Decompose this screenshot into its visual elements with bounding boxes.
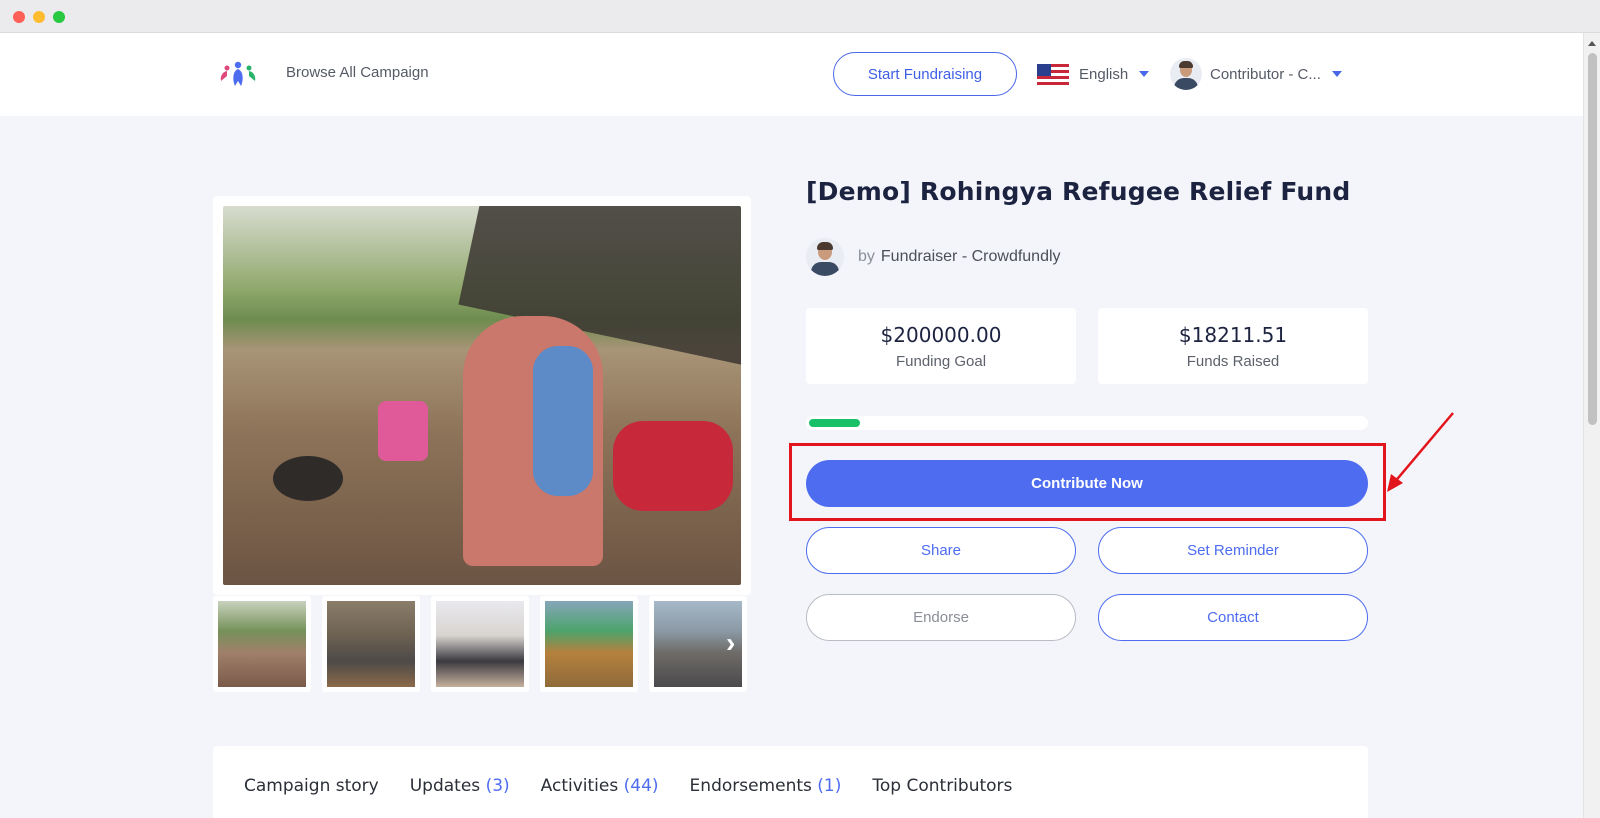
campaign-title: [Demo] Rohingya Refugee Relief Fund	[806, 177, 1351, 206]
tab-count: (44)	[623, 776, 659, 796]
browse-all-campaign-link[interactable]: Browse All Campaign	[286, 64, 429, 81]
funding-goal-value: $200000.00	[880, 323, 1002, 347]
funding-progress-fill	[809, 419, 860, 427]
gallery-thumbnail[interactable]	[213, 596, 311, 692]
scrollbar-thumb[interactable]	[1588, 53, 1597, 425]
tab-activities[interactable]: Activities (44)	[541, 776, 659, 796]
gallery-thumbnail[interactable]	[322, 596, 420, 692]
language-selector[interactable]: English	[1037, 61, 1150, 87]
by-label: by	[858, 248, 875, 265]
maximize-window-button[interactable]	[53, 11, 65, 23]
scroll-up-icon[interactable]	[1588, 41, 1596, 46]
endorse-button[interactable]: Endorse	[806, 594, 1076, 641]
minimize-window-button[interactable]	[33, 11, 45, 23]
user-avatar	[1170, 58, 1202, 90]
tab-endorsements[interactable]: Endorsements (1)	[690, 776, 842, 796]
tab-count: (1)	[817, 776, 842, 796]
user-menu[interactable]: Contributor - C...	[1170, 56, 1342, 92]
tab-label: Campaign story	[244, 776, 379, 796]
set-reminder-button[interactable]: Set Reminder	[1098, 527, 1368, 574]
us-flag-icon	[1037, 63, 1069, 85]
gallery-thumbnail[interactable]	[431, 596, 529, 692]
vertical-scrollbar[interactable]	[1583, 33, 1600, 818]
share-button[interactable]: Share	[806, 527, 1076, 574]
campaign-main-image[interactable]	[213, 196, 751, 595]
user-name-label: Contributor - C...	[1210, 65, 1321, 83]
annotation-arrow-icon	[1387, 412, 1454, 492]
tab-label: Updates	[409, 776, 481, 796]
chevron-down-icon	[1139, 71, 1150, 77]
top-navigation: Browse All Campaign Start Fundraising En…	[0, 33, 1583, 116]
gallery-thumbnail[interactable]	[540, 596, 638, 692]
funding-goal-label: Funding Goal	[895, 353, 987, 370]
page-viewport: Browse All Campaign Start Fundraising En…	[0, 33, 1583, 818]
funds-raised-card: $18211.51 Funds Raised	[1098, 308, 1368, 384]
chevron-down-icon	[1331, 71, 1342, 77]
funding-progress-bar	[806, 416, 1368, 430]
window-titlebar	[0, 0, 1600, 33]
campaign-organizer: by Fundraiser - Crowdfundly	[806, 238, 1061, 276]
campaign-photo	[223, 206, 741, 585]
tab-label: Top Contributors	[872, 776, 1013, 796]
crowdfundly-logo-icon[interactable]	[218, 59, 258, 89]
gallery-thumbnails	[213, 596, 751, 692]
campaign-tabs: Campaign story Updates (3) Activities (4…	[244, 776, 1012, 796]
tab-label: Endorsements	[689, 776, 812, 796]
campaign-tabs-card: Campaign story Updates (3) Activities (4…	[213, 746, 1368, 818]
contact-button[interactable]: Contact	[1098, 594, 1368, 641]
organizer-avatar[interactable]	[806, 238, 844, 276]
funds-raised-label: Funds Raised	[1186, 353, 1280, 370]
organizer-name[interactable]: Fundraiser - Crowdfundly	[881, 248, 1061, 266]
tab-count: (3)	[485, 776, 510, 796]
start-fundraising-button[interactable]: Start Fundraising	[833, 52, 1017, 96]
language-label: English	[1079, 65, 1129, 83]
tab-top-contributors[interactable]: Top Contributors	[872, 776, 1012, 796]
contribute-now-button[interactable]: Contribute Now	[806, 460, 1368, 507]
tab-campaign-story[interactable]: Campaign story	[244, 776, 379, 796]
close-window-button[interactable]	[13, 11, 25, 23]
tab-updates[interactable]: Updates (3)	[410, 776, 510, 796]
funding-goal-card: $200000.00 Funding Goal	[806, 308, 1076, 384]
funds-raised-value: $18211.51	[1178, 323, 1288, 347]
tab-label: Activities	[540, 776, 619, 796]
chevron-right-icon[interactable]: ›	[726, 627, 735, 659]
